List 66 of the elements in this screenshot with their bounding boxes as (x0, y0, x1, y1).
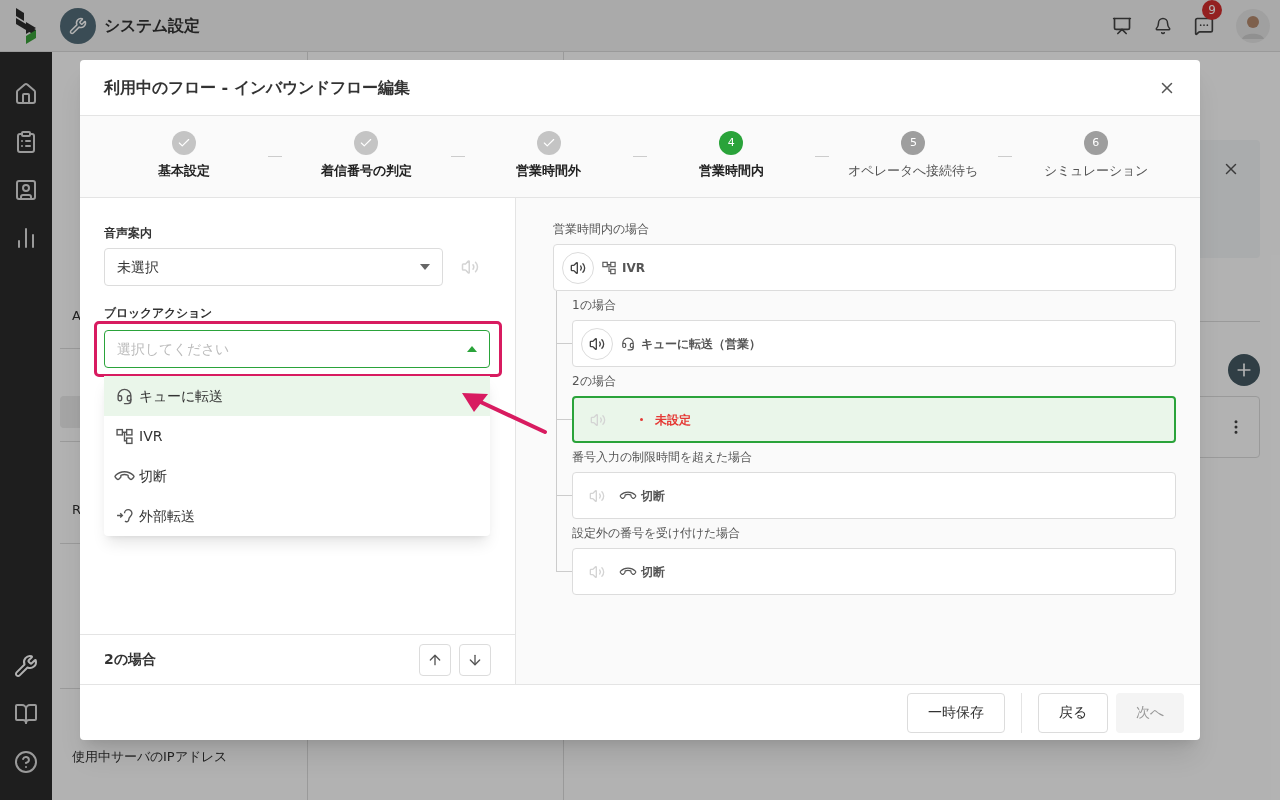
headset-icon (116, 387, 133, 405)
node-action: 未設定 (655, 411, 691, 429)
step-label: 営業時間内 (698, 162, 764, 180)
play-audio-button[interactable] (562, 251, 594, 284)
voice-select[interactable]: 未選択 (104, 248, 443, 286)
flow-node[interactable]: IVR (553, 244, 1176, 291)
sidebar-item[interactable]: 使用中サーバのIPアドレス (60, 737, 299, 777)
step-label: オペレータへ接続待ち (848, 162, 979, 180)
field-label: 音声案内 (104, 225, 152, 242)
notification-badge: 9 (1202, 0, 1222, 20)
speaker-icon (589, 335, 605, 352)
node-action: IVR (622, 259, 645, 277)
branch-label: 2の場合 (572, 373, 616, 390)
app-logo (14, 7, 38, 44)
contact-icon[interactable] (14, 178, 38, 202)
flow-node[interactable]: 切断 (572, 548, 1176, 595)
branch-label: 設定外の番号を受け付けた場合 (572, 525, 740, 542)
node-action: キューに転送（営業） (641, 335, 761, 353)
chat-icon[interactable] (1194, 15, 1214, 36)
flow-label: 営業時間内の場合 (553, 221, 650, 238)
menu-item[interactable]: 外部転送 (104, 496, 490, 536)
branch-label: 1の場合 (572, 297, 616, 314)
book-icon[interactable] (14, 702, 38, 726)
board-icon[interactable] (1112, 15, 1132, 36)
check-icon (359, 136, 374, 150)
flow-node[interactable]: 切断 (572, 472, 1176, 519)
tools-icon[interactable] (14, 654, 38, 678)
dialog-title: 利用中のフロー - インバウンドフロー編集 (104, 76, 410, 99)
caret-icon (467, 346, 477, 352)
node-action: 切断 (641, 487, 665, 505)
speaker-icon (570, 259, 586, 276)
move-down-button[interactable] (459, 643, 491, 676)
list-icon[interactable] (14, 130, 38, 154)
play-audio-button[interactable] (581, 327, 613, 360)
help-icon[interactable] (14, 750, 38, 774)
node-action: 切断 (641, 563, 665, 581)
menu-item[interactable]: IVR (104, 416, 490, 456)
step-label: 営業時間外 (516, 162, 582, 180)
step-label: 基本設定 (158, 162, 211, 180)
step-number: 6 (1083, 131, 1108, 155)
wrench-icon (69, 16, 87, 35)
save-button[interactable]: 一時保存 (907, 692, 1005, 733)
bell-icon[interactable] (1154, 16, 1172, 35)
step-number: 4 (719, 131, 744, 155)
check-icon (541, 136, 556, 150)
add-button[interactable] (1228, 354, 1260, 386)
menu-item[interactable]: キューに転送 (104, 376, 490, 416)
ear-arrow-icon (116, 507, 133, 525)
flow-node[interactable]: キューに転送（営業） (572, 320, 1176, 367)
flow-node[interactable]: 未設定 (572, 396, 1176, 443)
back-button[interactable]: 戻る (1038, 692, 1108, 733)
page-title: システム設定 (104, 14, 200, 37)
move-up-button[interactable] (419, 643, 451, 676)
check-icon (177, 136, 192, 150)
menu-item[interactable]: 切断 (104, 456, 490, 496)
step-label: 着信番号の判定 (321, 162, 412, 180)
speaker-icon (461, 258, 479, 276)
headset-icon (621, 336, 635, 351)
current-case: 2の場合 (104, 650, 156, 669)
home-icon[interactable] (14, 82, 38, 106)
field-label: ブロックアクション (104, 305, 212, 322)
branch-label: 番号入力の制限時間を超えた場合 (572, 449, 752, 466)
step-number: 5 (901, 131, 926, 155)
avatar[interactable] (1236, 8, 1270, 43)
caret-icon (420, 264, 430, 270)
step-label: シミュレーション (1043, 162, 1148, 180)
